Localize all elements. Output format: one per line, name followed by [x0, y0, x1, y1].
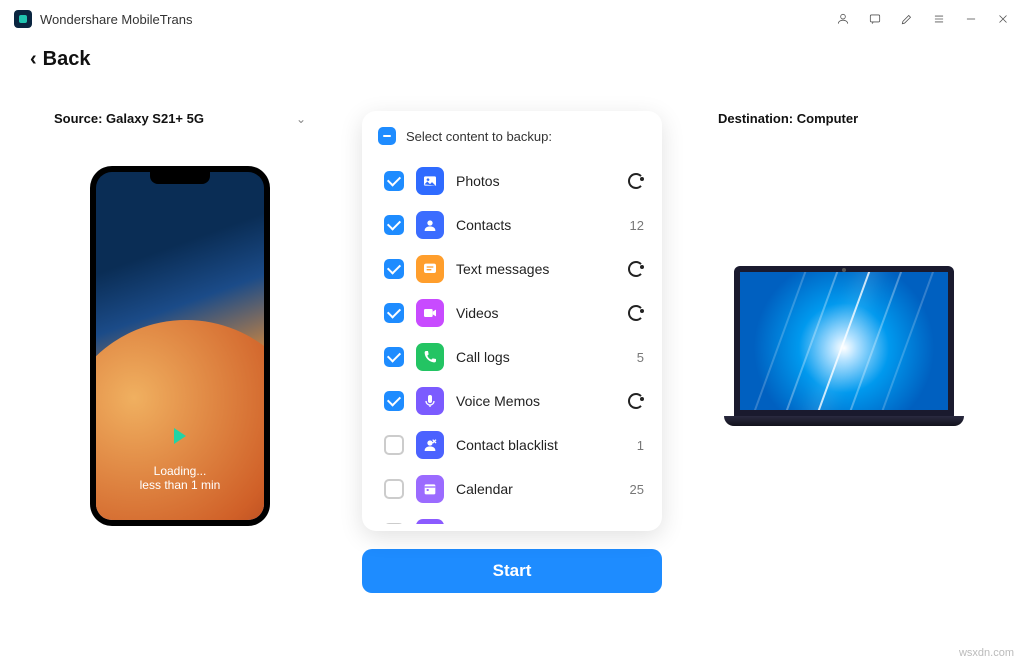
card-header: Select content to backup: [378, 127, 654, 145]
minimize-icon[interactable] [964, 12, 978, 26]
calendar-icon [416, 475, 444, 503]
chevron-left-icon: ‹ [30, 48, 37, 71]
photos-icon [416, 167, 444, 195]
row-label: Text messages [456, 261, 616, 277]
row-label: Calendar [456, 481, 618, 497]
app-logo-icon [14, 10, 32, 28]
blacklist-icon [416, 431, 444, 459]
account-icon[interactable] [836, 12, 850, 26]
titlebar-right [836, 12, 1010, 26]
back-button[interactable]: ‹ Back [0, 38, 1024, 71]
loading-spinner-icon [628, 173, 644, 189]
edit-icon[interactable] [900, 12, 914, 26]
row-label: Photos [456, 173, 616, 189]
contacts-icon [416, 211, 444, 239]
close-icon[interactable] [996, 12, 1010, 26]
loading-spinner-icon [628, 261, 644, 277]
content-row-apps[interactable]: Apps [378, 511, 650, 524]
checkbox-blacklist[interactable] [384, 435, 404, 455]
start-button[interactable]: Start [362, 549, 662, 593]
menu-icon[interactable] [932, 12, 946, 26]
checkbox-apps[interactable] [384, 523, 404, 524]
row-count: 5 [637, 350, 644, 365]
row-label: Voice Memos [456, 393, 616, 409]
back-label: Back [43, 48, 91, 71]
destination-column: Destination: Computer [714, 111, 974, 656]
destination-label: Destination: Computer [718, 111, 858, 126]
content-column: Select content to backup: Photos Contacts… [362, 111, 662, 656]
play-icon [174, 428, 186, 444]
voice-icon [416, 387, 444, 415]
laptop-base [724, 416, 964, 426]
checkbox-calendar[interactable] [384, 479, 404, 499]
laptop-bezel [734, 266, 954, 416]
checkbox-photos[interactable] [384, 171, 404, 191]
row-label: Contacts [456, 217, 618, 233]
messages-icon [416, 255, 444, 283]
loading-spinner-icon [628, 393, 644, 409]
row-count: 12 [630, 218, 644, 233]
content-list[interactable]: Photos Contacts 12 Text messages Videos Call … [378, 159, 654, 524]
row-label: Call logs [456, 349, 625, 365]
source-selector[interactable]: Source: Galaxy S21+ 5G ⌄ [50, 111, 310, 126]
content-row-messages[interactable]: Text messages [378, 247, 650, 291]
app-title: Wondershare MobileTrans [40, 12, 192, 27]
apps-icon [416, 519, 444, 524]
checkbox-voice[interactable] [384, 391, 404, 411]
loading-text-2: less than 1 min [140, 478, 221, 492]
laptop-illustration [724, 266, 964, 426]
row-label: Videos [456, 305, 616, 321]
content-row-photos[interactable]: Photos [378, 159, 650, 203]
calllogs-icon [416, 343, 444, 371]
content-row-contacts[interactable]: Contacts 12 [378, 203, 650, 247]
content-row-calllogs[interactable]: Call logs 5 [378, 335, 650, 379]
content-row-calendar[interactable]: Calendar 25 [378, 467, 650, 511]
loading-status: Loading... less than 1 min [140, 428, 221, 520]
row-count: 25 [630, 482, 644, 497]
laptop-screen [740, 272, 948, 410]
loading-spinner-icon [628, 305, 644, 321]
checkbox-contacts[interactable] [384, 215, 404, 235]
content-row-videos[interactable]: Videos [378, 291, 650, 335]
main-area: Source: Galaxy S21+ 5G ⌄ Loading... less… [0, 71, 1024, 656]
phone-notch-icon [150, 172, 210, 184]
source-label: Source: Galaxy S21+ 5G [54, 111, 204, 126]
checkbox-messages[interactable] [384, 259, 404, 279]
titlebar: Wondershare MobileTrans [0, 0, 1024, 38]
videos-icon [416, 299, 444, 327]
select-all-checkbox[interactable] [378, 127, 396, 145]
watermark: wsxdn.com [959, 647, 1014, 659]
chevron-down-icon: ⌄ [296, 112, 306, 126]
content-row-blacklist[interactable]: Contact blacklist 1 [378, 423, 650, 467]
row-label: Contact blacklist [456, 437, 625, 453]
titlebar-left: Wondershare MobileTrans [14, 10, 192, 28]
phone-screen: Loading... less than 1 min [96, 172, 264, 520]
content-card: Select content to backup: Photos Contacts… [362, 111, 662, 531]
card-title: Select content to backup: [406, 129, 552, 144]
checkbox-calllogs[interactable] [384, 347, 404, 367]
phone-illustration: Loading... less than 1 min [90, 166, 270, 526]
feedback-icon[interactable] [868, 12, 882, 26]
row-count: 1 [637, 438, 644, 453]
source-column: Source: Galaxy S21+ 5G ⌄ Loading... less… [50, 111, 310, 656]
checkbox-videos[interactable] [384, 303, 404, 323]
loading-text-1: Loading... [140, 464, 221, 478]
destination-label-row: Destination: Computer [714, 111, 974, 126]
content-row-voice[interactable]: Voice Memos [378, 379, 650, 423]
